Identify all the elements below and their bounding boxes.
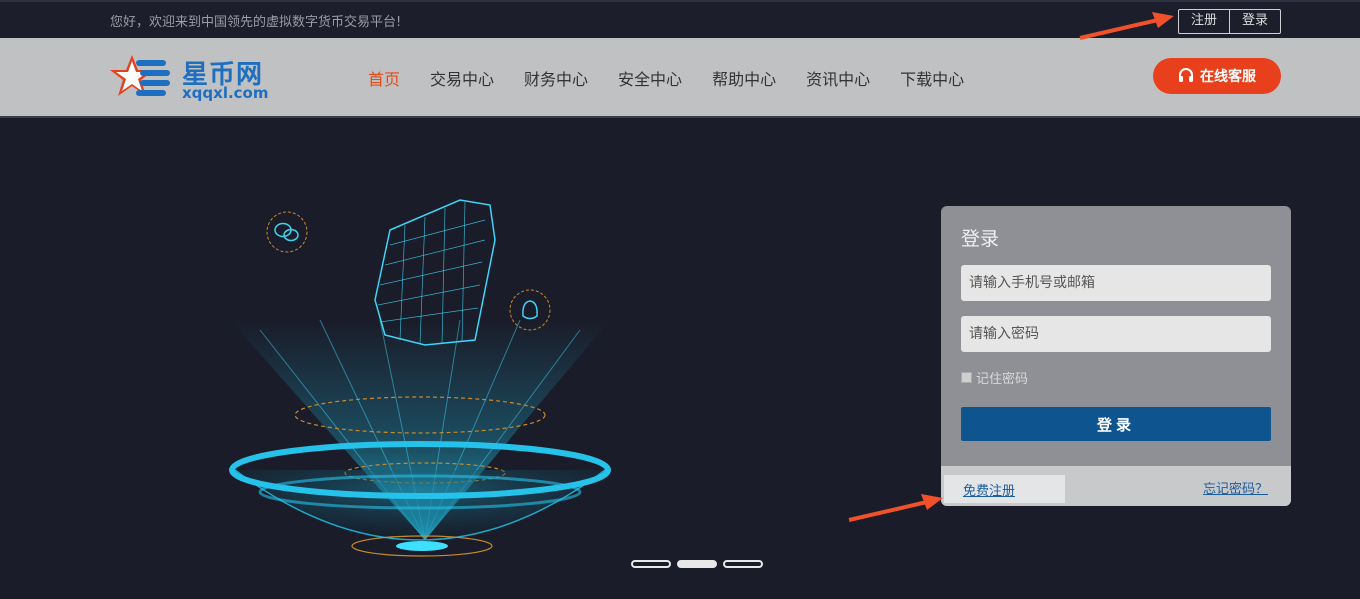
online-service-button[interactable]: 在线客服: [1153, 58, 1281, 94]
annotation-arrow: [1079, 12, 1174, 40]
logo-domain: xqqxl.com: [182, 84, 269, 102]
annotation-arrow: [848, 494, 943, 522]
hero-banner: 登录 记住密码 登录 免费注册 忘记密码？: [0, 120, 1360, 599]
auth-links: 注册 登录: [1178, 9, 1282, 34]
remember-label: 记住密码: [976, 372, 1029, 387]
welcome-text: 您好，欢迎来到中国领先的虚拟数字货币交易平台!: [110, 15, 402, 30]
password-input[interactable]: [961, 316, 1271, 352]
remember-checkbox[interactable]: [961, 372, 972, 383]
nav-item-help[interactable]: 帮助中心: [712, 66, 776, 90]
login-footer: 免费注册 忘记密码？: [941, 466, 1291, 506]
qq-icon: [509, 289, 551, 331]
headset-icon: [1179, 68, 1193, 82]
carousel-dot-active[interactable]: [677, 560, 717, 568]
login-title: 登录: [961, 228, 1000, 250]
login-link[interactable]: 登录: [1229, 10, 1280, 33]
carousel-indicators: [631, 560, 763, 568]
nav-item-security[interactable]: 安全中心: [618, 66, 682, 90]
login-panel: 登录 记住密码 登录 免费注册 忘记密码？: [941, 206, 1291, 506]
wechat-icon: [266, 211, 308, 253]
free-register-link[interactable]: 免费注册: [944, 475, 1065, 503]
remember-password[interactable]: 记住密码: [961, 368, 1028, 387]
main-nav: 星币网 xqqxl.com 首页 交易中心 财务中心 安全中心 帮助中心 资讯中…: [0, 38, 1360, 118]
carousel-dot[interactable]: [723, 560, 763, 568]
register-link[interactable]: 注册: [1179, 10, 1229, 33]
carousel-dot[interactable]: [631, 560, 671, 568]
online-service-label: 在线客服: [1200, 69, 1256, 85]
nav-menu: 首页 交易中心 财务中心 安全中心 帮助中心 资讯中心 下载中心: [368, 38, 994, 118]
star-logo-icon: [110, 55, 170, 96]
site-logo[interactable]: 星币网 xqqxl.com: [110, 52, 280, 102]
nav-item-news[interactable]: 资讯中心: [806, 66, 870, 90]
nav-item-finance[interactable]: 财务中心: [524, 66, 588, 90]
forgot-password-link[interactable]: 忘记密码？: [1203, 478, 1268, 497]
nav-item-trade[interactable]: 交易中心: [430, 66, 494, 90]
nav-item-home[interactable]: 首页: [368, 66, 400, 90]
login-submit-button[interactable]: 登录: [961, 407, 1271, 441]
account-input[interactable]: [961, 265, 1271, 301]
nav-item-download[interactable]: 下载中心: [900, 66, 964, 90]
